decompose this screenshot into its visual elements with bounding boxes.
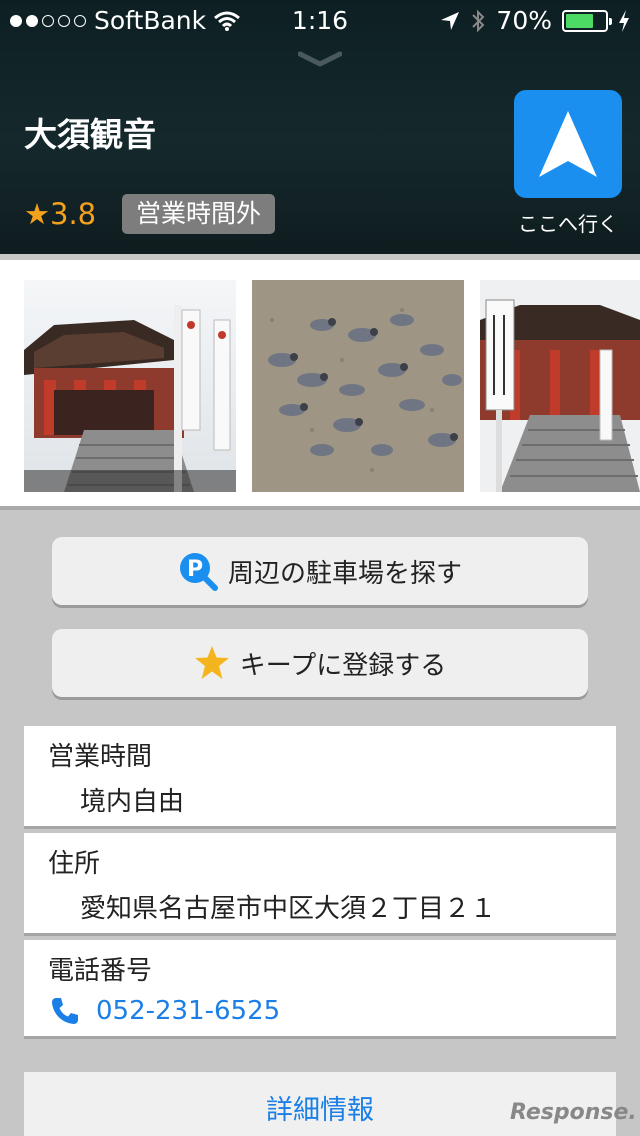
navigation-arrow-icon bbox=[539, 111, 597, 177]
svg-text:P: P bbox=[187, 557, 203, 582]
place-header: SoftBank 1:16 70% 大須観音 ★ 3.8 営業時間外 ここへ行く bbox=[0, 0, 640, 254]
navigate-label: ここへ行く bbox=[518, 212, 618, 236]
status-badge: 営業時間外 bbox=[122, 194, 276, 234]
phone-label: 電話番号 bbox=[48, 956, 153, 986]
phone-link[interactable]: 052-231-6525 bbox=[50, 996, 280, 1026]
battery-percent: 70% bbox=[496, 6, 552, 35]
chevron-down-icon[interactable] bbox=[298, 50, 342, 68]
rating-value: 3.8 bbox=[50, 197, 97, 231]
star-icon: ★ bbox=[24, 197, 50, 231]
photo-temple[interactable] bbox=[24, 280, 236, 492]
place-title: 大須観音 bbox=[24, 115, 156, 154]
address-value: 愛知県名古屋市中区大須２丁目２１ bbox=[80, 894, 497, 924]
location-arrow-icon bbox=[441, 11, 460, 30]
keep-label: キープに登録する bbox=[239, 650, 447, 681]
star-icon bbox=[194, 646, 229, 679]
battery-icon bbox=[562, 9, 612, 32]
status-bar: SoftBank 1:16 70% bbox=[0, 0, 640, 40]
phone-icon bbox=[52, 998, 78, 1024]
address-label: 住所 bbox=[48, 849, 101, 879]
parking-search-icon: P bbox=[179, 553, 218, 591]
hours-value: 境内自由 bbox=[80, 787, 185, 817]
photo-temple-stairs[interactable] bbox=[480, 280, 640, 492]
address-card: 住所 愛知県名古屋市中区大須２丁目２１ bbox=[24, 833, 616, 933]
find-parking-label: 周辺の駐車場を探す bbox=[227, 558, 462, 589]
watermark: Response. bbox=[510, 1100, 637, 1125]
bluetooth-icon bbox=[472, 9, 485, 32]
hours-label: 営業時間 bbox=[48, 742, 153, 772]
status-right: 70% bbox=[440, 6, 630, 35]
charging-bolt-icon bbox=[619, 9, 629, 32]
hours-card: 営業時間 境内自由 bbox=[24, 726, 616, 826]
details-label: 詳細情報 bbox=[266, 1095, 374, 1126]
find-parking-button[interactable]: P 周辺の駐車場を探す bbox=[52, 537, 588, 605]
photo-strip[interactable] bbox=[0, 260, 640, 510]
photo-pigeons[interactable] bbox=[252, 280, 464, 492]
keep-button[interactable]: キープに登録する bbox=[52, 629, 588, 697]
rating: ★ 3.8 bbox=[24, 194, 96, 234]
phone-card[interactable]: 電話番号 052-231-6525 bbox=[24, 940, 616, 1036]
phone-number[interactable]: 052-231-6525 bbox=[96, 996, 280, 1026]
navigate-button[interactable] bbox=[514, 90, 622, 198]
